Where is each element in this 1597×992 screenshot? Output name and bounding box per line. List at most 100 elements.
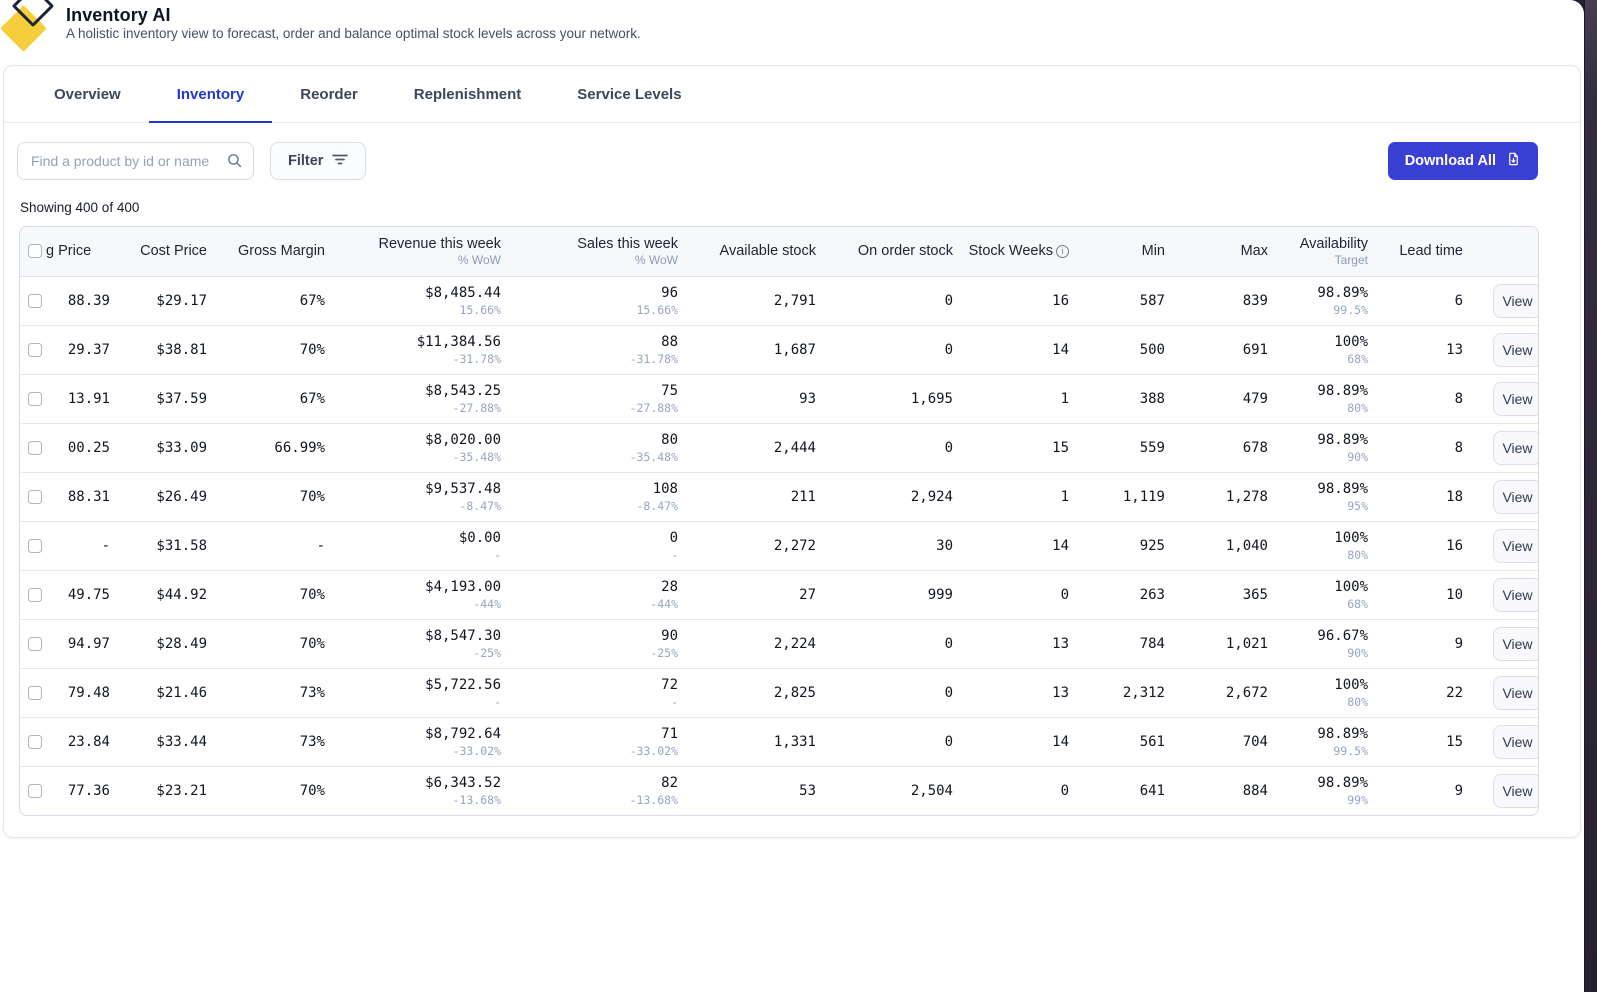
cell-on_order: 0: [816, 422, 953, 472]
search-input[interactable]: [17, 142, 254, 180]
cell-subvalue: 15.66%: [636, 302, 678, 317]
row-checkbox[interactable]: [28, 734, 42, 749]
column-header-gross_margin: Gross Margin: [207, 227, 325, 277]
row-checkbox[interactable]: [28, 783, 42, 798]
view-button[interactable]: View: [1493, 283, 1538, 318]
column-header-label: Availability: [1268, 236, 1368, 252]
select-all-checkbox[interactable]: [28, 244, 42, 259]
cell-revenue: $9,537.48 -8.47%: [325, 471, 501, 521]
view-button[interactable]: View: [1493, 675, 1538, 710]
cell-max: 365: [1165, 569, 1268, 619]
cell-lead_time: 6: [1368, 276, 1463, 325]
cell-stock_weeks: 14: [953, 520, 1069, 570]
cell-subvalue: -31.78%: [629, 351, 678, 366]
cell-value: 67%: [299, 390, 325, 407]
cell-value: 75: [661, 382, 678, 399]
view-button[interactable]: View: [1493, 724, 1538, 759]
cell-value: 93: [799, 390, 816, 407]
row-checkbox[interactable]: [28, 440, 42, 455]
cell-value: 2,825: [773, 684, 816, 701]
cell-value: 704: [1242, 733, 1268, 750]
tab-bar: Overview Inventory Reorder Replenishment…: [4, 66, 1580, 123]
cell-value: 1,119: [1122, 488, 1165, 505]
cell-value: 15: [1446, 733, 1463, 750]
cell-on_order: 2,924: [816, 471, 953, 521]
row-checkbox[interactable]: [28, 489, 42, 504]
cell-subvalue: -33.02%: [452, 743, 501, 758]
cell-subvalue: -: [494, 694, 501, 709]
tab-inventory[interactable]: Inventory: [148, 66, 273, 123]
cell-value: 587: [1139, 292, 1165, 309]
cell-value: 66.99%: [274, 439, 325, 456]
cell-value: 13.91: [67, 390, 110, 407]
scrollbar[interactable]: [1584, 0, 1597, 992]
cell-min: 1,119: [1069, 471, 1165, 521]
cell-gross_margin: 70%: [207, 324, 325, 374]
table-row: 77.36 $23.21 70% $6,343.52 -13.68% 82 -13.68% 5…: [20, 765, 1538, 815]
row-checkbox-cell: [20, 569, 46, 619]
cell-value: 72: [661, 676, 678, 693]
cell-selling_price: 00.25: [46, 422, 110, 472]
cell-cost_price: $31.58: [110, 520, 207, 570]
row-checkbox-cell: [20, 667, 46, 717]
view-button[interactable]: View: [1493, 626, 1538, 661]
cell-value: 691: [1242, 341, 1268, 358]
row-checkbox[interactable]: [28, 587, 42, 602]
tab-service-levels[interactable]: Service Levels: [549, 66, 709, 122]
cell-value: 94.97: [67, 635, 110, 652]
column-header-text: Stock Weeks: [968, 243, 1053, 260]
view-button[interactable]: View: [1493, 773, 1538, 808]
cell-revenue: $8,792.64 -33.02%: [325, 716, 501, 766]
view-button[interactable]: View: [1493, 381, 1538, 416]
cell-value: 98.89%: [1317, 284, 1368, 301]
column-header-on_order: On order stock: [816, 227, 953, 277]
cell-view: View: [1463, 716, 1538, 766]
info-icon[interactable]: i: [1056, 244, 1069, 258]
table-row: 23.84 $33.44 73% $8,792.64 -33.02% 71 -33.02% 1…: [20, 716, 1538, 766]
cell-value: 13: [1446, 341, 1463, 358]
cell-sales: 0-: [501, 520, 678, 570]
view-button[interactable]: View: [1493, 528, 1538, 563]
column-header-availability: Availability Target: [1268, 227, 1368, 277]
cell-selling_price: 29.37: [46, 324, 110, 374]
cell-value: 14: [1052, 341, 1069, 358]
cell-view: View: [1463, 276, 1538, 325]
cell-min: 559: [1069, 422, 1165, 472]
cell-gross_margin: 67%: [207, 276, 325, 325]
column-header-label: Stock Weeks i: [953, 243, 1069, 259]
view-button[interactable]: View: [1493, 577, 1538, 612]
cell-sales: 88 -31.78%: [501, 324, 678, 374]
cell-available: 2,444: [678, 422, 816, 472]
view-button[interactable]: View: [1493, 332, 1538, 367]
cell-value: 71: [661, 725, 678, 742]
row-checkbox[interactable]: [28, 636, 42, 651]
download-all-button[interactable]: Download All: [1387, 142, 1538, 180]
row-checkbox[interactable]: [28, 538, 42, 553]
row-checkbox[interactable]: [28, 685, 42, 700]
cell-value: $8,020.00: [425, 431, 501, 448]
row-checkbox-cell: [20, 276, 46, 325]
cell-lead_time: 9: [1368, 765, 1463, 815]
view-button[interactable]: View: [1493, 479, 1538, 514]
cell-sales: 108 -8.47%: [501, 471, 678, 521]
cell-subvalue: -27.88%: [629, 400, 678, 415]
column-header-min: Min: [1069, 227, 1165, 277]
cell-on_order: 0: [816, 276, 953, 325]
header-checkbox-cell: [20, 227, 46, 277]
row-checkbox[interactable]: [28, 342, 42, 357]
tab-reorder[interactable]: Reorder: [272, 66, 386, 122]
filter-button[interactable]: Filter: [270, 142, 367, 180]
cell-view: View: [1463, 520, 1538, 570]
cell-availability: 98.89% 80%: [1268, 373, 1368, 423]
cell-stock_weeks: 13: [953, 618, 1069, 668]
cell-value: 1,278: [1225, 488, 1268, 505]
row-checkbox[interactable]: [28, 293, 42, 308]
tab-replenishment[interactable]: Replenishment: [386, 66, 550, 122]
view-button[interactable]: View: [1493, 430, 1538, 465]
cell-value: 2,224: [773, 635, 816, 652]
cell-value: 0: [944, 439, 953, 456]
cell-value: 70%: [299, 635, 325, 652]
cell-lead_time: 9: [1368, 618, 1463, 668]
row-checkbox[interactable]: [28, 391, 42, 406]
tab-overview[interactable]: Overview: [26, 66, 149, 122]
